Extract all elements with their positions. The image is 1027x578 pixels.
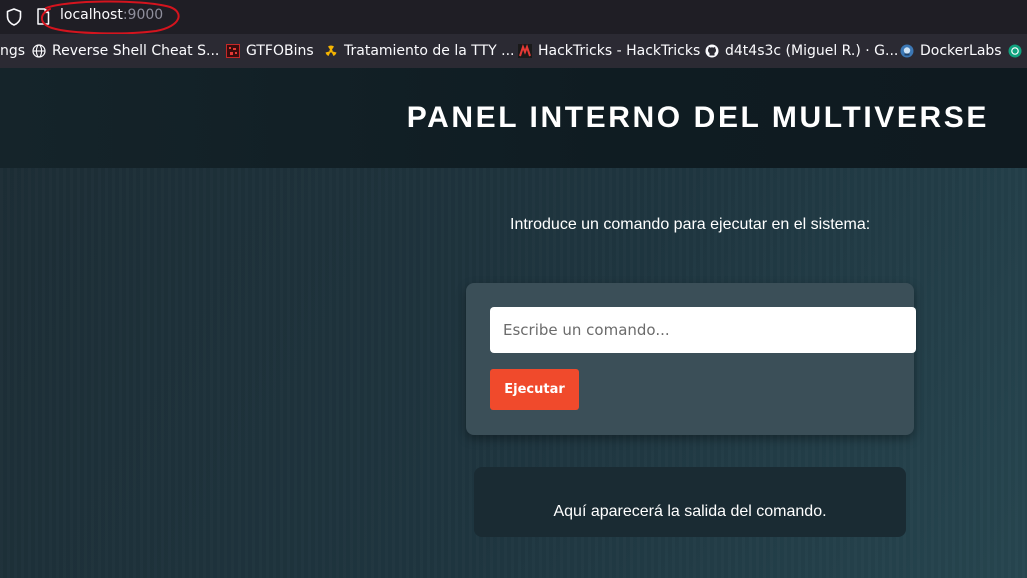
url-field[interactable]: localhost:9000 — [60, 7, 163, 23]
bookmark-label: GTFOBins — [246, 43, 314, 59]
gtfobins-icon — [226, 44, 240, 58]
bookmark-label: Reverse Shell Cheat S... — [52, 43, 220, 59]
url-port: :9000 — [122, 7, 164, 23]
bookmark-label: HackTricks - HackTricks — [538, 43, 701, 59]
globe-icon — [32, 44, 46, 58]
instruction-text: Introduce un comando para ejecutar en el… — [510, 216, 871, 233]
url-host: localhost — [60, 7, 123, 23]
bookmark-github[interactable]: d4t4s3c (Miguel R.) · G... — [705, 43, 898, 59]
command-form-card: Ejecutar — [466, 283, 916, 435]
bookmark-dockerlabs[interactable]: DockerLabs — [900, 43, 1002, 59]
bookmark-tty[interactable]: Tratamiento de la TTY ... — [324, 43, 515, 59]
command-output-box: Aquí aparecerá la salida del comando. — [474, 467, 906, 537]
bookmark-label: ngs — [0, 43, 26, 59]
page-title: PANEL INTERNO DEL MULTIVERSE — [406, 101, 989, 134]
site-header: PANEL INTERNO DEL MULTIVERSE — [0, 68, 1027, 168]
command-input[interactable] — [490, 307, 916, 353]
output-text: Aquí aparecerá la salida del comando. — [553, 503, 827, 520]
page-icon[interactable] — [36, 8, 50, 25]
main-content: Introduce un comando para ejecutar en el… — [0, 168, 1027, 578]
bookmark-reverse-shell[interactable]: Reverse Shell Cheat S... — [32, 43, 219, 59]
browser-url-bar: localhost:9000 — [0, 0, 1027, 34]
chatgpt-icon[interactable] — [1008, 44, 1022, 58]
github-icon — [705, 44, 719, 58]
shield-icon[interactable] — [6, 8, 22, 26]
bookmark-hacktricks[interactable]: HackTricks - HackTricks — [518, 43, 700, 59]
bookmark-gtfobins[interactable]: GTFOBins — [226, 43, 314, 59]
hacktricks-icon — [518, 44, 532, 58]
dockerlabs-icon — [900, 44, 914, 58]
bookmark-item[interactable]: ngs — [0, 43, 25, 59]
execute-button[interactable]: Ejecutar — [490, 369, 579, 410]
bookmark-label: d4t4s3c (Miguel R.) · G... — [725, 43, 899, 59]
bookmarks-bar: ngs Reverse Shell Cheat S... GTFOBins Tr… — [0, 34, 1027, 68]
radiation-icon — [325, 45, 337, 56]
bookmark-label: DockerLabs — [920, 43, 1002, 59]
bookmark-label: Tratamiento de la TTY ... — [344, 43, 515, 59]
